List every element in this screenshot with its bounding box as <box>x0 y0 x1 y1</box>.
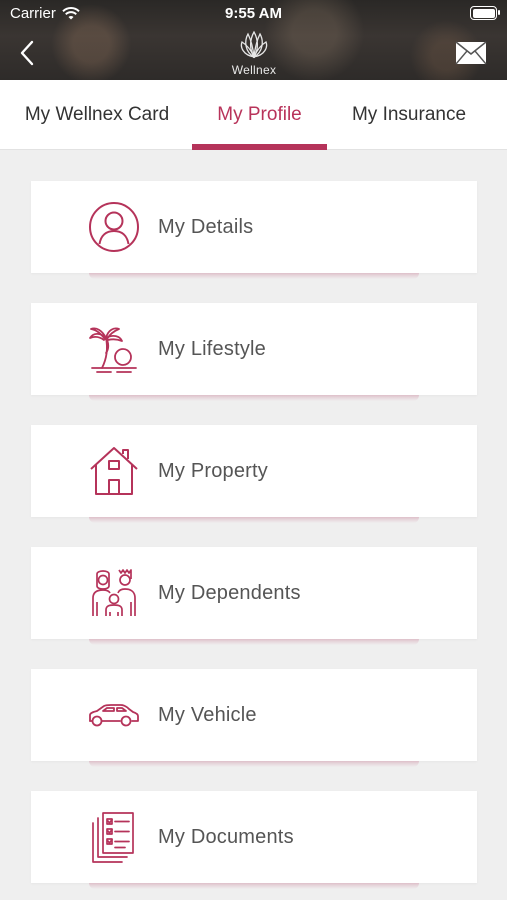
back-button[interactable] <box>16 38 40 68</box>
menu-item-my-property[interactable]: My Property <box>31 425 477 523</box>
menu-item-label: My Lifestyle <box>158 337 266 360</box>
tab-bar: My Wellnex Card My Profile My Insurance <box>0 80 507 150</box>
battery-icon <box>470 6 500 20</box>
lotus-logo-icon <box>240 30 268 59</box>
tab-my-wellnex-card[interactable]: My Wellnex Card <box>16 80 178 150</box>
car-icon <box>87 688 141 742</box>
logo-text: Wellnex <box>231 63 277 77</box>
envelope-icon <box>455 41 487 65</box>
menu-item-label: My Dependents <box>158 581 301 604</box>
messages-button[interactable] <box>455 41 487 65</box>
chevron-left-icon <box>20 40 34 66</box>
top-header: Carrier 9:55 AM Wellnex <box>0 0 507 80</box>
menu-item-label: My Documents <box>158 825 294 848</box>
wellnex-logo: Wellnex <box>224 30 284 78</box>
palm-tree-sunset-icon <box>87 322 141 376</box>
status-time: 9:55 AM <box>225 5 282 22</box>
tab-my-insurance[interactable]: My Insurance <box>340 80 478 150</box>
menu-item-my-documents[interactable]: My Documents <box>31 791 477 889</box>
person-icon <box>87 200 141 254</box>
family-icon <box>87 566 141 620</box>
menu-item-my-dependents[interactable]: My Dependents <box>31 547 477 645</box>
menu-item-my-vehicle[interactable]: My Vehicle <box>31 669 477 767</box>
tab-my-profile[interactable]: My Profile <box>192 80 327 150</box>
menu-item-my-details[interactable]: My Details <box>31 181 477 279</box>
menu-item-label: My Details <box>158 215 254 238</box>
menu-item-label: My Property <box>158 459 269 482</box>
menu-item-my-lifestyle[interactable]: My Lifestyle <box>31 303 477 401</box>
menu-item-label: My Vehicle <box>158 703 257 726</box>
status-bar: Carrier 9:55 AM <box>0 0 507 28</box>
house-icon <box>87 444 141 498</box>
profile-menu-list: My Details My Lifestyle My Property My D… <box>0 150 507 900</box>
documents-checklist-icon <box>87 810 141 864</box>
